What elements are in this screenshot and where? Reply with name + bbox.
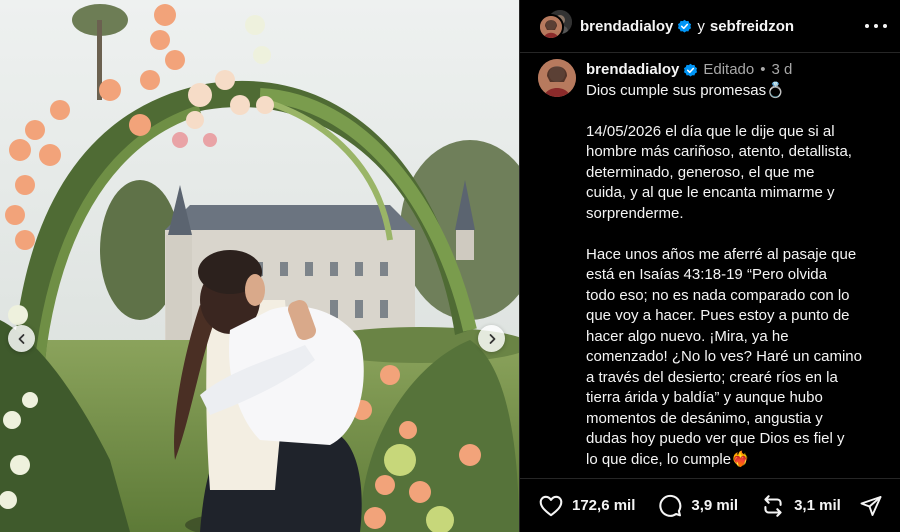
post-caption: brendadialoy Editado • 3 d Dios cumple s… (538, 58, 893, 478)
caption-paragraph-1: 14/05/2026 el día que le dije que si al … (586, 122, 852, 222)
send-icon[interactable] (859, 494, 883, 518)
more-options-button[interactable] (865, 16, 887, 36)
repost-count[interactable]: 3,1 mil (794, 497, 841, 514)
avatar-brendadialoy[interactable] (538, 14, 564, 40)
chevron-right-icon (489, 333, 495, 344)
more-dot (874, 24, 878, 28)
comment-bubble-icon (659, 494, 682, 517)
post-authors: brendadialoy y sebfreidzon (580, 18, 794, 35)
more-dot (883, 24, 887, 28)
previous-photo-button[interactable] (8, 325, 35, 352)
comment-button[interactable]: 3,9 mil (657, 493, 738, 519)
like-count[interactable]: 172,6 mil (572, 497, 635, 514)
comment-count[interactable]: 3,9 mil (691, 497, 738, 514)
post-photo[interactable] (0, 0, 519, 532)
post-header: brendadialoy y sebfreidzon (520, 0, 900, 52)
collaborator-username[interactable]: sebfreidzon (710, 18, 794, 35)
caption-username[interactable]: brendadialoy (586, 60, 679, 81)
caption-first-line: Dios cumple sus promesas💍 (586, 81, 785, 99)
heart-icon (539, 495, 563, 516)
author-username[interactable]: brendadialoy (580, 18, 673, 35)
like-button[interactable]: 172,6 mil (538, 493, 635, 519)
caption-avatar[interactable] (538, 59, 576, 97)
post-detail-panel: brendadialoy y sebfreidzon brendadialoy (519, 0, 900, 532)
repost-button[interactable]: 3,1 mil (760, 493, 841, 519)
verified-badge-icon (678, 19, 692, 32)
proposal-photo-image (0, 0, 519, 532)
next-photo-button[interactable] (478, 325, 505, 352)
repost-icon (764, 494, 782, 517)
collab-avatars[interactable] (538, 10, 572, 42)
collab-connector: y (697, 17, 705, 35)
caption-meta: brendadialoy Editado • 3 d (586, 60, 893, 81)
more-horizontal-icon (865, 24, 869, 28)
caption-body: brendadialoy Editado • 3 d Dios cumple s… (586, 58, 893, 478)
verified-badge-icon (684, 63, 698, 77)
chevron-left-icon (18, 333, 24, 344)
header-divider (520, 52, 900, 53)
caption-paragraph-2: Hace unos años me aferré al pasaje que e… (586, 245, 862, 468)
post-timestamp[interactable]: 3 d (772, 60, 793, 81)
meta-separator: • (760, 61, 766, 78)
post-actions-bar: 172,6 mil 3,9 mil 3,1 mil (520, 478, 900, 532)
edited-label: Editado (703, 61, 755, 78)
